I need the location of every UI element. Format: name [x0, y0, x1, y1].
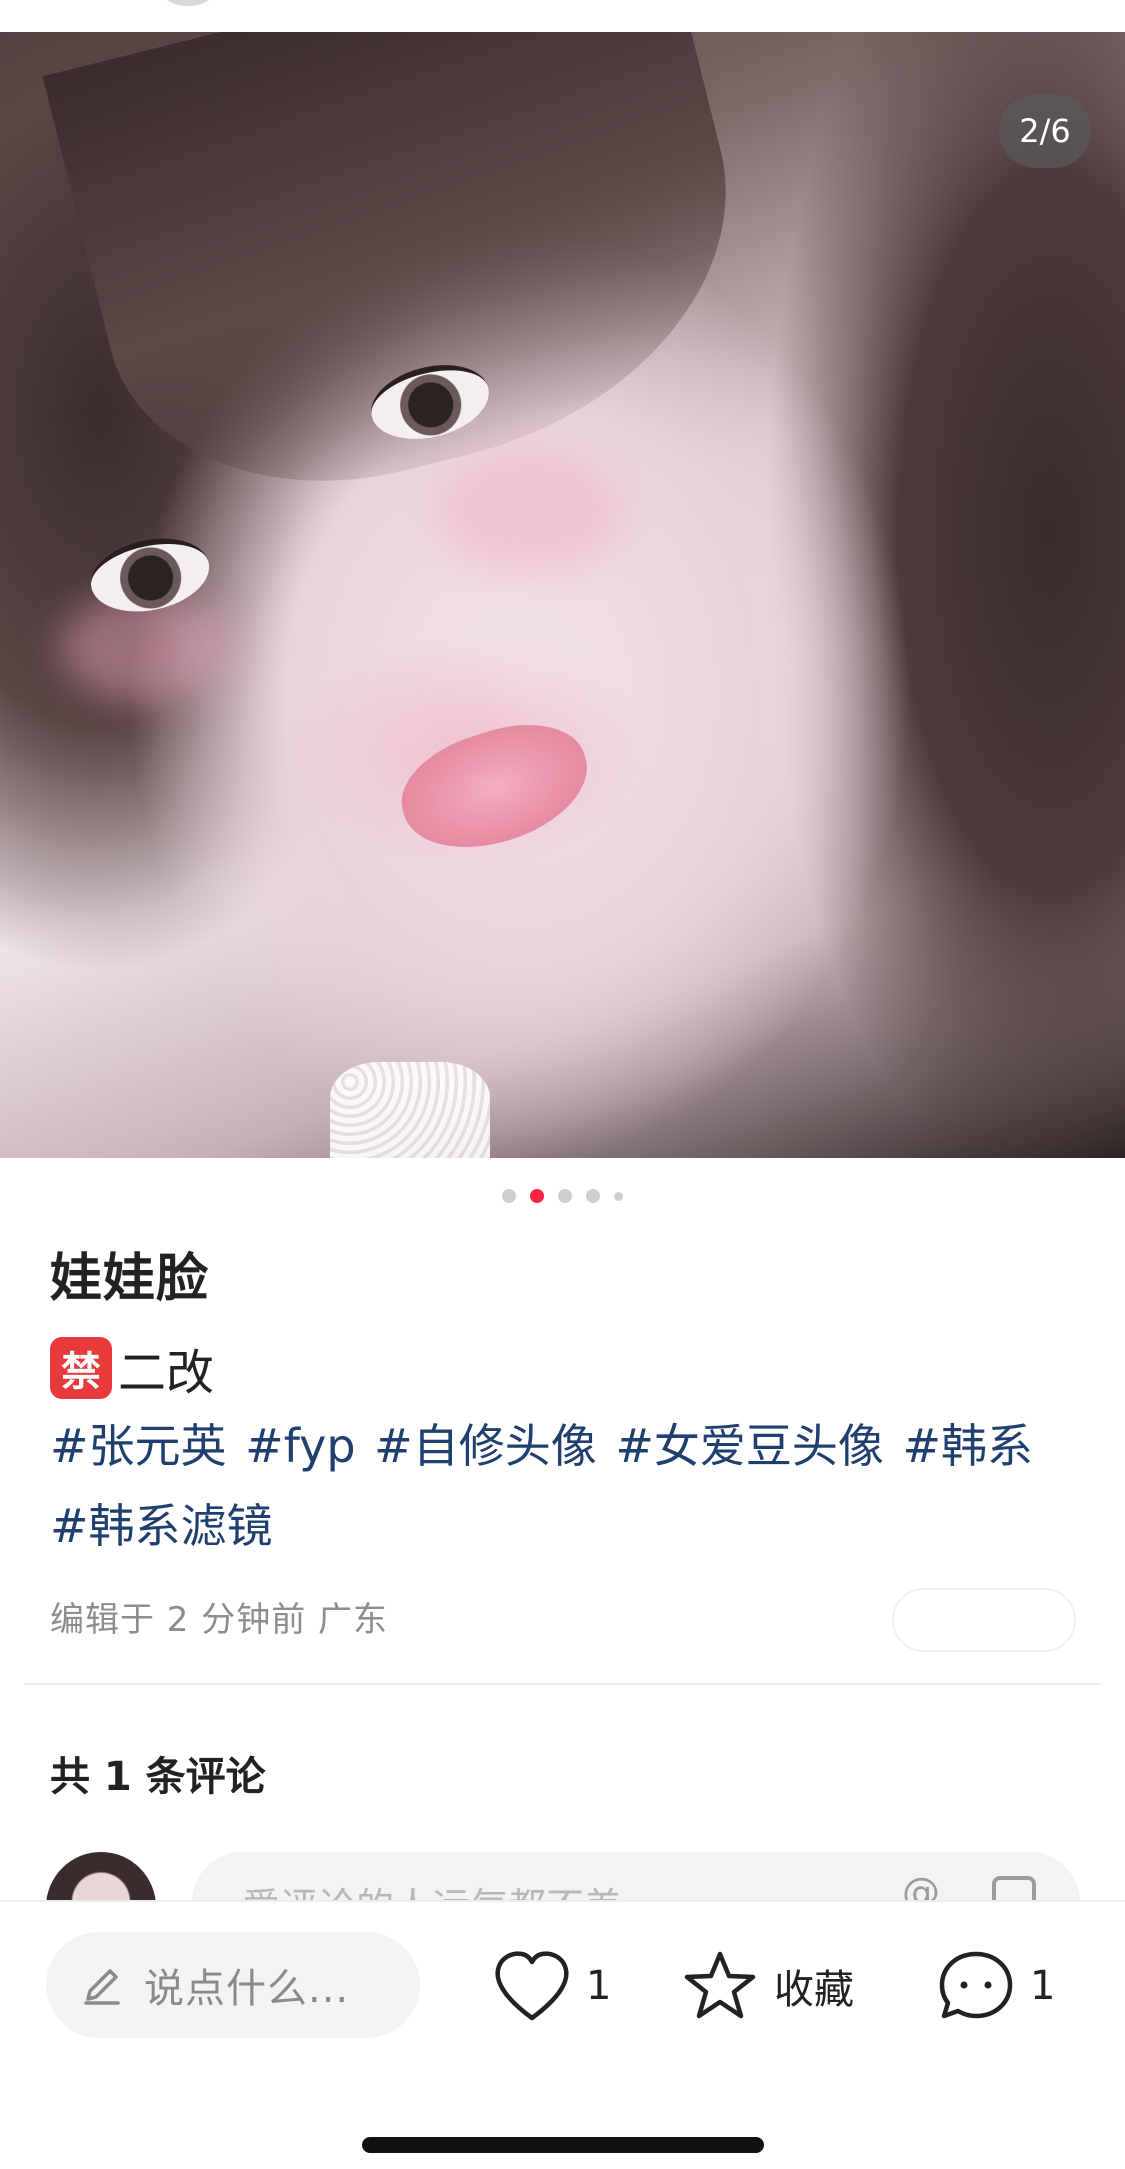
hashtag-link[interactable]: #张元英 [50, 1419, 227, 1473]
hashtag-link[interactable]: #女爱豆头像 [615, 1419, 884, 1473]
post-body-line: 禁 二改 [50, 1333, 214, 1403]
at-mention-icon[interactable]: @ [902, 1870, 940, 1900]
comment-placeholder: 爱评论的人运气都不差 [242, 1876, 622, 1900]
image-counter: 2/6 [999, 94, 1091, 168]
ban-badge: 禁 [50, 1337, 112, 1399]
pager-dot[interactable] [614, 1191, 623, 1201]
author-avatar[interactable] [160, 0, 216, 6]
hashtag-list: #张元英 #fyp #自修头像 #女爱豆头像 #韩系 #韩系滤镜 [50, 1406, 1080, 1566]
comment-input[interactable]: 爱评论的人运气都不差 @ [192, 1852, 1080, 1900]
pager-dot[interactable] [586, 1189, 600, 1203]
say-something-input[interactable]: 说点什么... [46, 1932, 420, 2038]
comment-input-row: 爱评论的人运气都不差 @ [0, 1848, 1125, 1900]
home-indicator[interactable] [362, 2137, 764, 2153]
comment-bubble-icon [939, 1951, 1013, 2019]
pager-dot[interactable] [502, 1189, 516, 1203]
comment-button[interactable]: 1 [936, 1948, 1055, 2024]
hair-shape [42, 32, 778, 533]
lips-shape [387, 705, 603, 869]
hashtag-link[interactable]: #fyp [245, 1419, 355, 1473]
user-avatar[interactable] [46, 1852, 156, 1900]
post-meta: 编辑于 2 分钟前 广东 [50, 1600, 389, 1640]
post-detail-page: 2/6 娃娃脸 禁 二改 #张元英 #fyp #自修头像 #女爱豆头像 #韩系 … [0, 0, 1125, 2169]
bottom-action-bar: 说点什么... 1 收藏 1 [0, 1900, 1125, 2169]
post-image[interactable]: 2/6 [0, 32, 1125, 1158]
favorite-label: 收藏 [774, 1967, 854, 2013]
cheek-shape [440, 452, 620, 572]
hashtag-link[interactable]: #自修头像 [374, 1419, 597, 1473]
lace-collar-shape [330, 1062, 490, 1158]
comment-count: 1 [1030, 1963, 1056, 2009]
favorite-button[interactable]: 收藏 [680, 1948, 854, 2024]
ban-text: 二改 [118, 1345, 215, 1401]
like-count: 1 [586, 1963, 612, 2009]
star-icon [684, 1951, 756, 2019]
like-button[interactable]: 1 [492, 1948, 611, 2024]
image-icon[interactable] [992, 1876, 1036, 1900]
pager-dot-active[interactable] [530, 1189, 544, 1203]
hashtag-link[interactable]: #韩系滤镜 [50, 1499, 273, 1553]
hashtag-link[interactable]: #韩系 [903, 1419, 1034, 1473]
say-placeholder: 说点什么... [144, 1966, 350, 2012]
ghost-button[interactable] [892, 1588, 1076, 1652]
divider [24, 1683, 1101, 1685]
comment-count-heading: 共 1 条评论 [50, 1754, 266, 1800]
pencil-icon [84, 1969, 120, 2005]
image-pager-dots [0, 1186, 1125, 1206]
post-title: 娃娃脸 [50, 1249, 210, 1309]
heart-icon [495, 1951, 569, 2021]
top-strip [0, 0, 1125, 32]
pager-dot[interactable] [558, 1189, 572, 1203]
